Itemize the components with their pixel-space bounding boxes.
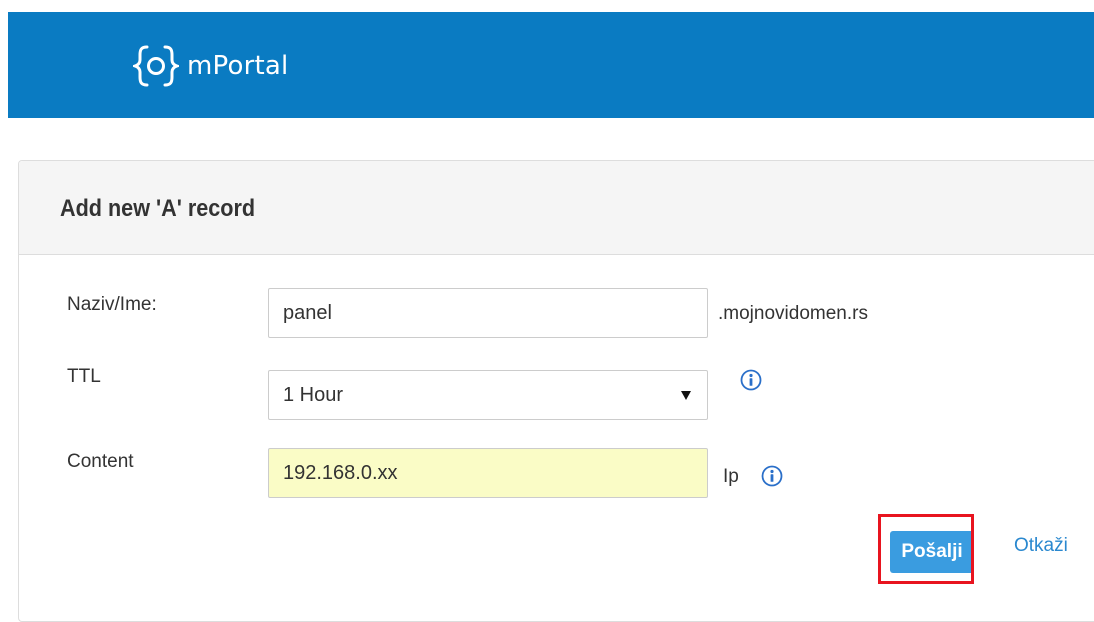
submit-button[interactable]: Pošalji: [890, 531, 974, 573]
name-label: Naziv/Ime:: [67, 294, 157, 315]
ttl-select[interactable]: 1 Hour: [268, 370, 708, 420]
info-icon[interactable]: [740, 369, 762, 391]
top-strip: [0, 0, 1094, 12]
content-input[interactable]: 192.168.0.xx: [268, 448, 708, 498]
cancel-link[interactable]: Otkaži: [1014, 535, 1068, 557]
chevron-down-icon: [681, 391, 691, 400]
app-logo[interactable]: mPortal: [133, 44, 288, 88]
info-icon[interactable]: [761, 465, 783, 487]
app-name: mPortal: [187, 51, 289, 81]
gear-cog-icon: [133, 45, 179, 87]
ttl-selected-value: 1 Hour: [283, 384, 344, 406]
panel-title: Add new 'A' record: [60, 195, 256, 222]
panel-heading: Add new 'A' record: [19, 161, 1094, 255]
ip-suffix: Ip: [723, 466, 739, 487]
ttl-label: TTL: [67, 366, 101, 387]
domain-suffix: .mojnovidomen.rs: [718, 303, 868, 324]
content-label: Content: [67, 451, 134, 472]
name-input[interactable]: panel: [268, 288, 708, 338]
